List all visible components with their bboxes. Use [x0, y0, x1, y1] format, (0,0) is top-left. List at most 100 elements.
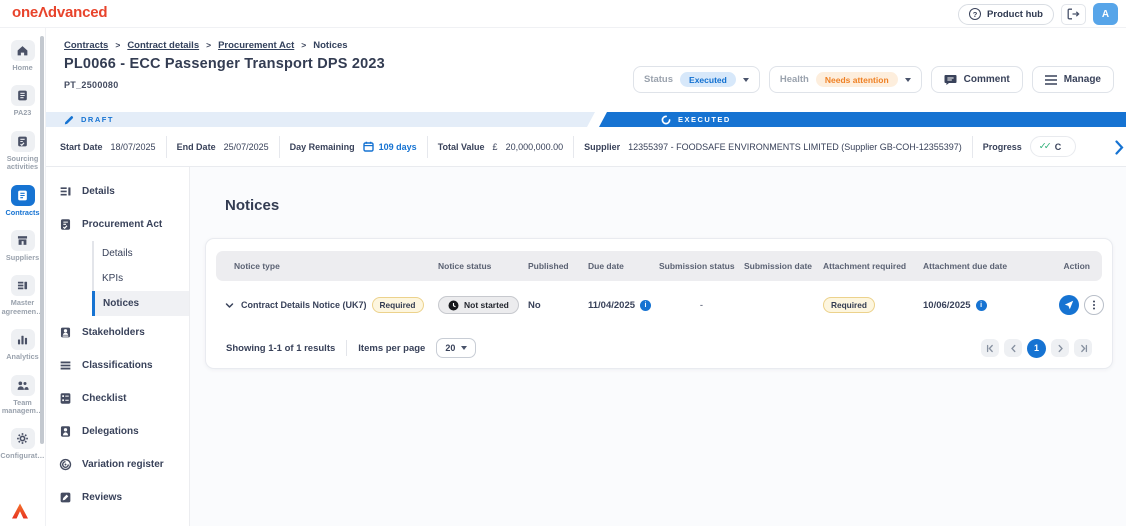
sidebar-item-reviews[interactable]: Reviews [46, 481, 189, 514]
top-bar: oneΛdvanced Product hub A [0, 0, 1126, 28]
health-label: Health [779, 74, 809, 85]
pagination-first-button[interactable] [981, 339, 999, 357]
pagination: 1 [981, 338, 1092, 358]
notice-type-value: Contract Details Notice (UK7) [241, 300, 367, 310]
chevron-right-icon [301, 40, 306, 51]
submission-status-value: - [699, 299, 704, 311]
sidebar-item-variation-register[interactable]: Variation register [46, 448, 189, 481]
sidebar-label: Details [102, 248, 133, 259]
supplier-value: 12355397 - FOODSAFE ENVIRONMENTS LIMITED… [628, 141, 962, 152]
breadcrumb-procurement-act[interactable]: Procurement Act [218, 40, 294, 51]
items-per-page-label: Items per page [358, 342, 426, 354]
column-header-notice-status: Notice status [438, 261, 492, 271]
breadcrumb-contracts[interactable]: Contracts [64, 40, 108, 51]
day-remaining-label: Day Remaining [289, 141, 355, 152]
submit-notice-button[interactable] [1059, 295, 1079, 315]
sidebar-label: Details [82, 186, 115, 197]
currency-symbol: £ [492, 141, 498, 152]
menu-icon [1044, 74, 1057, 85]
sidebar-item-pa-details[interactable]: Details [92, 241, 189, 266]
manage-button[interactable]: Manage [1031, 66, 1114, 93]
status-dropdown[interactable]: Status Executed [632, 66, 760, 93]
sidebar-item-team-management[interactable]: Team managem… [0, 374, 45, 416]
breadcrumb-contract-details[interactable]: Contract details [127, 40, 199, 51]
sidebar-item-master-agreement[interactable]: Master agreemen… [0, 275, 45, 316]
nav-rail: Home PA23 Sourcing activities Contracts … [0, 28, 46, 526]
start-date-label: Start Date [60, 141, 103, 152]
sidebar-label: Delegations [82, 426, 139, 437]
scroll-right-chevron[interactable] [1115, 140, 1124, 155]
comment-icon [944, 74, 957, 86]
table-header-row: Notice type Notice status Published Due … [216, 251, 1102, 281]
sidebar-item-classifications[interactable]: Classifications [46, 349, 189, 382]
attachment-required-badge: Required [823, 296, 875, 313]
sidebar-label: Notices [103, 298, 140, 309]
contracts-icon [10, 184, 35, 206]
column-header-notice-type: Notice type [234, 261, 280, 271]
sidebar-label: KPIs [102, 273, 124, 284]
team-icon [10, 374, 35, 396]
variation-register-icon [59, 458, 72, 471]
sidebar-item-sourcing-activities[interactable]: Sourcing activities [0, 130, 45, 172]
notices-table-card: Notice type Notice status Published Due … [205, 238, 1113, 369]
row-more-actions-button[interactable] [1084, 295, 1104, 315]
start-date-value: 18/07/2025 [110, 141, 156, 152]
notices-panel: Notices Notice type Notice status Publis… [190, 167, 1126, 526]
sidebar-item-delegations[interactable]: Delegations [46, 415, 189, 448]
procurement-act-icon [59, 218, 72, 231]
sidebar-item-contracts[interactable]: Contracts [0, 184, 45, 217]
sidebar-item-notices[interactable]: Notices [92, 291, 189, 316]
classifications-icon [59, 359, 72, 372]
info-icon[interactable] [975, 299, 987, 311]
progress-value: C [1054, 141, 1062, 152]
progress-ring-icon [661, 115, 671, 125]
sidebar-item-suppliers[interactable]: Suppliers [0, 229, 45, 262]
rail-scrollbar[interactable] [40, 36, 44, 444]
column-header-action: Action [1063, 261, 1090, 271]
avatar[interactable]: A [1093, 3, 1118, 25]
published-value: No [528, 299, 541, 311]
divider [278, 135, 280, 158]
table-row: Contract Details Notice (UK7) Required N… [216, 281, 1104, 329]
logout-button[interactable] [1061, 3, 1086, 25]
sidebar-item-configuration[interactable]: Configurat… [0, 428, 45, 460]
content-body: Details Procurement Act Details KPIs Not… [46, 167, 1126, 526]
stage-draft: DRAFT [46, 112, 595, 127]
pagination-prev-button[interactable] [1004, 339, 1022, 357]
manage-label: Manage [1063, 74, 1101, 85]
double-check-icon: ✓✓ [1038, 141, 1052, 152]
sidebar-item-details[interactable]: Details [46, 175, 189, 208]
sidebar-item-home[interactable]: Home [0, 40, 45, 72]
divider [346, 340, 348, 356]
end-date-label: End Date [176, 141, 216, 152]
expand-row-button[interactable] [222, 298, 236, 312]
status-label: Status [643, 74, 674, 85]
column-header-submission-date: Submission date [744, 261, 813, 271]
sidebar-item-checklist[interactable]: Checklist [46, 382, 189, 415]
health-dropdown[interactable]: Health Needs attention [768, 66, 922, 93]
column-header-submission-status: Submission status [659, 261, 735, 271]
sidebar-item-stakeholders[interactable]: Stakeholders [46, 316, 189, 349]
home-icon [10, 40, 35, 61]
pagination-page-1[interactable]: 1 [1027, 338, 1046, 358]
end-date: End Date 25/07/2025 [177, 142, 269, 152]
pagination-last-button[interactable] [1074, 339, 1092, 357]
stage-executed: EXECUTED [599, 112, 1126, 127]
gear-icon [10, 428, 35, 450]
items-per-page-select[interactable]: 20 [436, 338, 477, 358]
contract-info-bar: Start Date 18/07/2025 End Date 25/07/202… [46, 127, 1126, 167]
info-icon[interactable] [640, 299, 652, 311]
sidebar-item-analytics[interactable]: Analytics [0, 329, 45, 361]
total-value: Total Value £ 20,000,000.00 [438, 142, 563, 152]
chevron-down-icon [742, 77, 749, 82]
calendar-icon [362, 141, 374, 152]
product-hub-button[interactable]: Product hub [958, 3, 1054, 25]
comment-button[interactable]: Comment [930, 66, 1023, 93]
pagination-next-button[interactable] [1051, 339, 1069, 357]
sidebar-item-kpis[interactable]: KPIs [92, 266, 189, 291]
health-badge: Needs attention [815, 72, 898, 87]
divider [165, 135, 167, 158]
attachment-due-date-value: 10/06/2025 [923, 299, 971, 311]
sidebar-item-pa23[interactable]: PA23 [0, 85, 45, 117]
sidebar-item-procurement-act[interactable]: Procurement Act [46, 208, 189, 241]
